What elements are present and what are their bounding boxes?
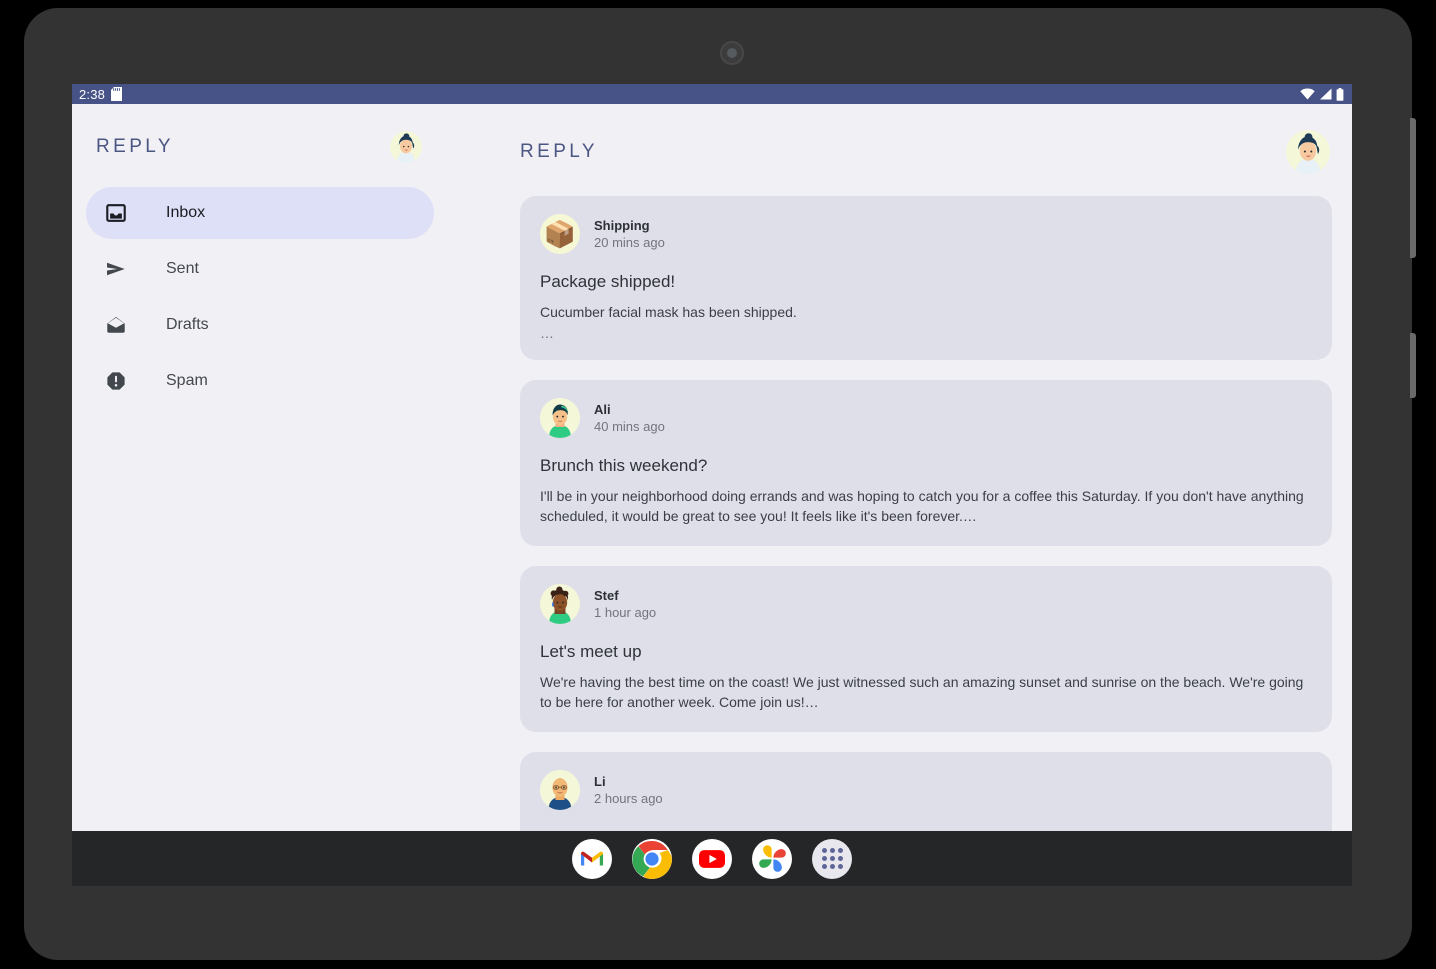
package-emoji: 📦 — [543, 219, 577, 249]
navigation-sidebar: REPLY Inbox Sent Drafts Spam — [72, 104, 448, 831]
spam-icon — [104, 369, 128, 393]
mail-panel-header: REPLY — [448, 104, 1352, 174]
app-dock — [72, 831, 1352, 886]
status-bar-clock: 2:38 — [79, 86, 106, 102]
email-list-item[interactable]: Ali 40 mins ago Brunch this weekend? I'l… — [520, 380, 1332, 546]
cell-signal-icon — [1320, 88, 1332, 100]
email-meta: Li 2 hours ago — [594, 773, 663, 808]
device-screen: 2:38 REPLY Inbox Sent Drafts Spam REPLY … — [72, 84, 1352, 886]
email-sender: Ali — [594, 401, 611, 417]
power-button[interactable] — [1410, 118, 1416, 258]
sidebar-app-title: REPLY — [96, 136, 174, 157]
youtube-app-icon[interactable] — [692, 838, 732, 879]
email-meta: Stef 1 hour ago — [594, 587, 656, 622]
email-timestamp: 40 mins ago — [594, 418, 665, 434]
email-sender: Stef — [594, 587, 619, 603]
reply-app-window: REPLY Inbox Sent Drafts Spam REPLY 📦 Shi… — [72, 104, 1352, 831]
volume-button[interactable] — [1410, 333, 1416, 398]
sidebar-item-label: Inbox — [166, 204, 206, 221]
sidebar-user-avatar[interactable] — [390, 131, 422, 163]
mail-user-avatar[interactable] — [1286, 130, 1330, 174]
email-list[interactable]: 📦 Shipping 20 mins ago Package shipped! … — [448, 196, 1352, 831]
sd-card-icon — [111, 87, 123, 101]
sidebar-item-label: Sent — [166, 260, 199, 277]
sidebar-item-drafts[interactable]: Drafts — [86, 299, 434, 351]
status-bar-left: 2:38 — [79, 86, 123, 102]
stef-avatar — [540, 584, 580, 624]
package-avatar: 📦 — [540, 214, 580, 254]
sidebar-header: REPLY — [72, 104, 448, 163]
sidebar-item-inbox[interactable]: Inbox — [86, 187, 434, 239]
email-header: Ali 40 mins ago — [540, 398, 1312, 438]
google-photos-app-icon[interactable] — [752, 838, 792, 879]
sidebar-item-spam[interactable]: Spam — [86, 355, 434, 407]
email-sender: Li — [594, 773, 606, 789]
email-timestamp: 20 mins ago — [594, 234, 665, 250]
sidebar-item-label: Drafts — [166, 316, 209, 333]
ali-avatar — [540, 398, 580, 438]
front-camera — [720, 41, 744, 65]
app-drawer-icon[interactable] — [812, 838, 852, 879]
sidebar-item-label: Spam — [166, 372, 208, 389]
gmail-app-icon[interactable] — [572, 838, 612, 879]
email-preview: I'll be in your neighborhood doing erran… — [540, 488, 1304, 524]
email-preview: We're having the best time on the coast!… — [540, 674, 1304, 710]
email-timestamp: 2 hours ago — [594, 790, 663, 806]
wifi-icon — [1300, 88, 1315, 100]
app-drawer-dots — [821, 848, 843, 869]
battery-icon — [1336, 87, 1344, 101]
email-list-item[interactable]: 📦 Shipping 20 mins ago Package shipped! … — [520, 196, 1332, 360]
inbox-icon — [104, 201, 128, 225]
drafts-icon — [104, 313, 128, 337]
email-preview-ellipsis: … — [540, 325, 554, 341]
sidebar-item-sent[interactable]: Sent — [86, 243, 434, 295]
email-meta: Shipping 20 mins ago — [594, 217, 665, 252]
email-subject: Brunch this weekend? — [540, 456, 708, 475]
li-avatar — [540, 770, 580, 810]
email-meta: Ali 40 mins ago — [594, 401, 665, 436]
sidebar-nav-list: Inbox Sent Drafts Spam — [72, 187, 448, 407]
mail-list-panel: REPLY 📦 Shipping 20 mins ago Package shi… — [448, 104, 1352, 831]
device-frame: 2:38 REPLY Inbox Sent Drafts Spam REPLY … — [24, 8, 1416, 960]
send-icon — [104, 257, 128, 281]
email-header: Li 2 hours ago — [540, 770, 1312, 810]
mail-app-title: REPLY — [520, 141, 598, 162]
email-header: Stef 1 hour ago — [540, 584, 1312, 624]
email-sender: Shipping — [594, 217, 650, 233]
email-timestamp: 1 hour ago — [594, 604, 657, 620]
status-bar: 2:38 — [72, 84, 1352, 104]
email-subject: Let's meet up — [540, 642, 642, 661]
email-subject: Package shipped! — [540, 272, 676, 291]
email-list-item[interactable]: Stef 1 hour ago Let's meet up We're havi… — [520, 566, 1332, 732]
email-preview: Cucumber facial mask has been shipped. — [540, 304, 797, 320]
status-bar-right — [1300, 87, 1346, 101]
chrome-app-icon[interactable] — [632, 838, 672, 879]
email-header: 📦 Shipping 20 mins ago — [540, 214, 1312, 254]
email-list-item[interactable]: Li 2 hours ago Road trip Thought we migh… — [520, 752, 1332, 831]
